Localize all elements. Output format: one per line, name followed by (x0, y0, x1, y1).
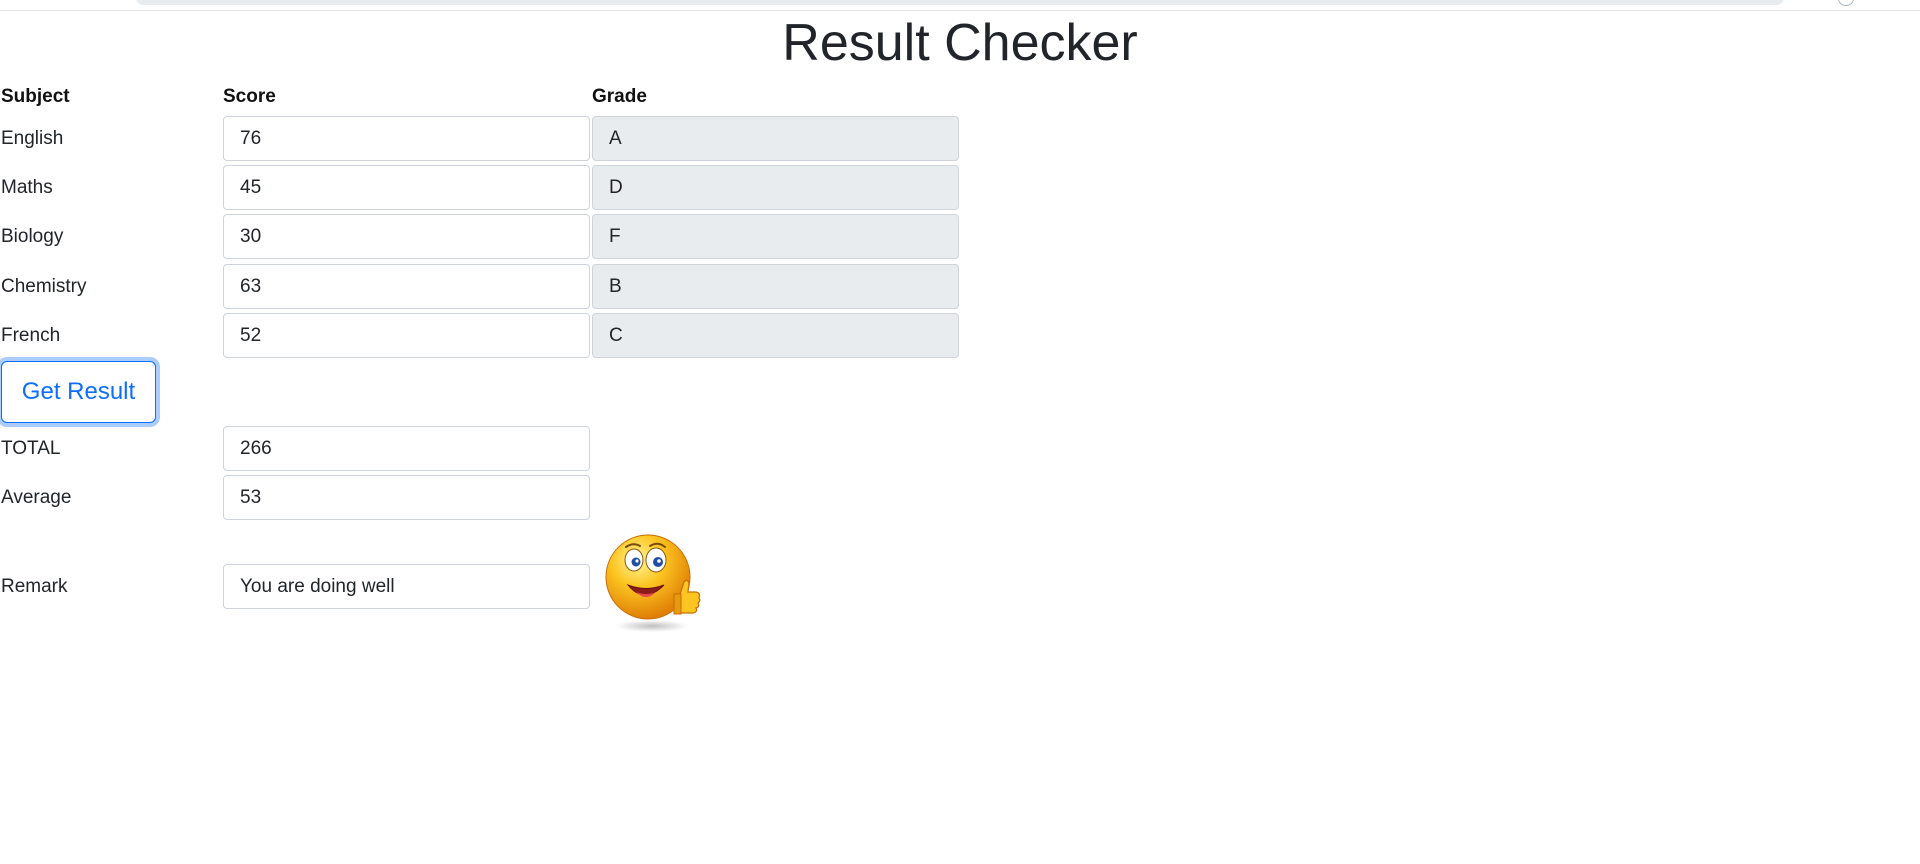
subject-column-header: Subject (1, 86, 70, 107)
subject-label: Maths (1, 177, 53, 198)
page-title: Result Checker (782, 14, 1138, 72)
grade-field-french (592, 313, 959, 358)
subject-label: Chemistry (1, 276, 87, 297)
grade-field-chemistry (592, 264, 959, 309)
score-input-french[interactable] (223, 313, 590, 358)
grade-column-header: Grade (592, 86, 647, 107)
address-bar[interactable] (136, 0, 1784, 5)
remark-field[interactable] (223, 564, 590, 609)
average-field[interactable] (223, 475, 590, 520)
total-row: TOTAL (0, 425, 960, 472)
page: Result Checker Subject Score Grade Engli… (0, 0, 1920, 864)
thumbs-up-smiley-icon (605, 534, 701, 632)
profile-icon[interactable] (1838, 0, 1854, 6)
grade-field-biology (592, 214, 959, 259)
score-column-header: Score (223, 86, 276, 107)
subject-label: Biology (1, 226, 64, 247)
total-label: TOTAL (1, 438, 61, 459)
get-result-button[interactable]: Get Result (1, 361, 156, 423)
subject-row-maths: Maths (0, 164, 960, 211)
remark-label: Remark (1, 576, 68, 597)
score-input-biology[interactable] (223, 214, 590, 259)
grade-field-english (592, 116, 959, 161)
browser-top-bar (0, 0, 1920, 11)
subject-row-french: French (0, 312, 960, 359)
subject-row-biology: Biology (0, 213, 960, 260)
score-input-maths[interactable] (223, 165, 590, 210)
total-field[interactable] (223, 426, 590, 471)
subject-label: French (1, 325, 61, 346)
subject-row-english: English (0, 115, 960, 162)
grade-field-maths (592, 165, 959, 210)
score-input-chemistry[interactable] (223, 264, 590, 309)
score-input-english[interactable] (223, 116, 590, 161)
average-label: Average (1, 487, 72, 508)
subject-row-chemistry: Chemistry (0, 263, 960, 310)
remark-row: Remark (0, 563, 960, 610)
subject-label: English (1, 128, 64, 149)
average-row: Average (0, 474, 960, 521)
